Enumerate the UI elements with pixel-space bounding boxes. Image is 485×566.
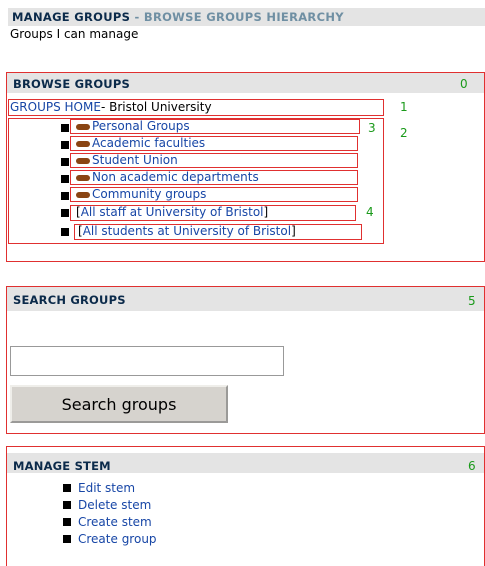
browse-groups-title: BROWSE GROUPS [13, 77, 130, 91]
list-bullet [61, 209, 69, 217]
search-groups-number: 5 [468, 294, 476, 308]
group-folder-icon [76, 123, 90, 130]
bracket-close: ] [291, 224, 296, 238]
list-bullet [61, 175, 69, 183]
manage-item-link[interactable]: Delete stem [78, 498, 151, 512]
search-groups-title: SEARCH GROUPS [13, 293, 126, 307]
group-item-link[interactable]: Academic faculties [92, 136, 205, 150]
group-item-all-staff[interactable]: [All staff at University of Bristol] [76, 205, 268, 219]
group-item-non-academic-departments[interactable]: Non academic departments [76, 170, 259, 184]
list-bullet [61, 141, 69, 149]
list-bullet [61, 228, 69, 236]
page-title-main: MANAGE GROUPS [12, 10, 131, 24]
group-item-community-groups[interactable]: Community groups [76, 187, 206, 201]
list-bullet [63, 535, 71, 543]
group-item-link[interactable]: All staff at University of Bristol [81, 205, 264, 219]
manage-stem-title: MANAGE STEM [13, 459, 111, 473]
manage-item-create-group[interactable]: Create group [78, 532, 157, 546]
manage-item-delete-stem[interactable]: Delete stem [78, 498, 151, 512]
group-item-link[interactable]: Student Union [92, 153, 178, 167]
manage-item-edit-stem[interactable]: Edit stem [78, 481, 135, 495]
group-item-academic-faculties[interactable]: Academic faculties [76, 136, 205, 150]
group-item-personal-groups[interactable]: Personal Groups [76, 119, 190, 133]
group-item-link[interactable]: All students at University of Bristol [83, 224, 291, 238]
list-bullet [63, 501, 71, 509]
group-item-all-students[interactable]: [All students at University of Bristol] [78, 224, 296, 238]
group-item-number: 4 [366, 205, 374, 219]
manage-item-link[interactable]: Create stem [78, 515, 152, 529]
list-bullet [63, 484, 71, 492]
search-input[interactable] [10, 346, 284, 376]
group-item-link[interactable]: Non academic departments [92, 170, 259, 184]
search-groups-button[interactable]: Search groups [10, 385, 228, 423]
group-folder-icon [76, 140, 90, 147]
bracket-close: ] [263, 205, 269, 219]
manage-item-link[interactable]: Create group [78, 532, 157, 546]
list-bullet [61, 158, 69, 166]
page-title: MANAGE GROUPS - BROWSE GROUPS HIERARCHY [12, 10, 344, 24]
list-bullet [63, 518, 71, 526]
groups-home-suffix: - Bristol University [100, 100, 212, 114]
groups-home-number: 1 [400, 100, 408, 114]
group-item-link[interactable]: Community groups [92, 187, 206, 201]
group-list-number: 2 [400, 126, 408, 140]
list-bullet [61, 124, 69, 132]
page-subtitle: Groups I can manage [10, 27, 139, 41]
group-item-student-union[interactable]: Student Union [76, 153, 178, 167]
manage-item-create-stem[interactable]: Create stem [78, 515, 152, 529]
list-bullet [61, 192, 69, 200]
group-item-link[interactable]: Personal Groups [92, 119, 190, 133]
browse-groups-number: 0 [460, 77, 468, 91]
manage-stem-number: 6 [468, 459, 476, 473]
group-item-number: 3 [368, 121, 376, 135]
groups-home-row: GROUPS HOME- Bristol University [10, 100, 212, 114]
page-title-separator: - [130, 10, 144, 24]
group-folder-icon [76, 157, 90, 164]
page-title-sub: BROWSE GROUPS HIERARCHY [143, 10, 344, 24]
manage-item-link[interactable]: Edit stem [78, 481, 135, 495]
group-folder-icon [76, 191, 90, 198]
groups-home-link[interactable]: GROUPS HOME [10, 100, 101, 114]
group-folder-icon [76, 174, 90, 181]
